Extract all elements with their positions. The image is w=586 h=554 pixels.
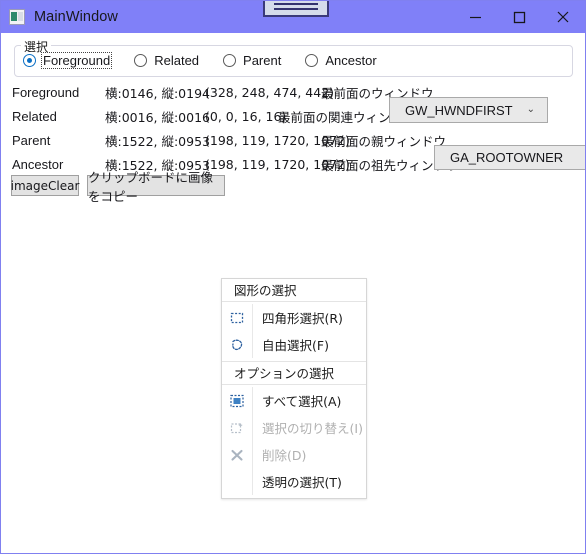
row-label: Foreground — [12, 84, 80, 100]
menu-item-transparent-select[interactable]: 透明の選択(T) — [222, 468, 366, 495]
row-size: 横:0016, 縦:0016 — [105, 109, 210, 125]
row-label: Related — [12, 108, 57, 124]
invert-select-icon — [222, 414, 252, 441]
image-clear-button[interactable]: imageClear — [11, 175, 79, 196]
radio-parent[interactable]: Parent — [223, 53, 283, 68]
menu-item-free-select[interactable]: 自由選択(F) — [222, 331, 366, 358]
selection-radio-group: Foreground Related Parent Ancestor — [23, 52, 401, 69]
radio-dot-icon — [23, 54, 36, 67]
menu-item-label: 透明の選択(T) — [262, 475, 342, 490]
menu-item-delete[interactable]: 削除(D) — [222, 441, 366, 468]
menu-item-label: すべて選択(A) — [262, 394, 342, 409]
drag-handle-widget[interactable] — [263, 1, 329, 17]
context-menu: 図形の選択 四角形選択(R) 自由選択(F) オプションの選択 すべて選択(A)… — [221, 278, 367, 499]
window-controls — [453, 1, 585, 33]
menu-section-shape: 四角形選択(R) 自由選択(F) — [222, 302, 366, 361]
radio-foreground-label: Foreground — [41, 52, 113, 69]
related-combo-value: GW_HWNDFIRST — [405, 102, 513, 118]
radio-related-label: Related — [154, 53, 200, 68]
none-icon — [222, 468, 252, 495]
row-label: Parent — [12, 132, 51, 148]
menu-item-label: 自由選択(F) — [262, 338, 329, 353]
ancestor-combo-value: GA_ROOTOWNER — [450, 150, 564, 165]
radio-ancestor-label: Ancestor — [325, 53, 377, 68]
menu-item-rect-select[interactable]: 四角形選択(R) — [222, 304, 366, 331]
radio-ancestor[interactable]: Ancestor — [305, 53, 378, 68]
menu-header-shape-selection: 図形の選択 — [222, 279, 366, 302]
chevron-down-icon: ⌄ — [526, 103, 535, 115]
menu-item-label: 選択の切り替え(I) — [262, 421, 363, 436]
menu-header-option-selection: オプションの選択 — [222, 362, 366, 385]
maximize-button[interactable] — [497, 1, 541, 33]
row-size: 横:1522, 縦:0953 — [105, 133, 210, 149]
select-all-icon — [222, 387, 252, 414]
main-window: MainWindow 選択 Foreground Related Parent … — [0, 0, 586, 554]
row-size: 横:0146, 縦:0194 — [105, 85, 210, 101]
menu-item-label: 四角形選択(R) — [262, 311, 343, 326]
lasso-select-icon — [222, 331, 252, 358]
radio-parent-label: Parent — [243, 53, 282, 68]
minimize-button[interactable] — [453, 1, 497, 33]
delete-x-icon — [222, 441, 252, 468]
row-desc: 最前面の親ウィンドウ — [321, 133, 447, 149]
menu-item-label: 削除(D) — [262, 448, 307, 463]
radio-dot-icon — [134, 54, 148, 67]
radio-dot-icon — [223, 54, 237, 67]
radio-dot-icon — [305, 54, 319, 67]
radio-foreground[interactable]: Foreground — [23, 52, 113, 69]
menu-section-options: すべて選択(A) 選択の切り替え(I) 削除(D) 透明の選択(T) — [222, 385, 366, 498]
menu-item-select-all[interactable]: すべて選択(A) — [222, 387, 366, 414]
window-title: MainWindow — [34, 9, 118, 25]
row-label: Ancestor — [12, 156, 64, 172]
menu-item-invert-select[interactable]: 選択の切り替え(I) — [222, 414, 366, 441]
radio-related[interactable]: Related — [134, 53, 201, 68]
row-rect: (0, 0, 16, 16) — [205, 108, 287, 124]
related-combo-box[interactable]: GW_HWNDFIRST ⌄ — [389, 97, 548, 123]
copy-to-clipboard-button[interactable]: クリップボードに画像をコピー — [87, 170, 225, 204]
rect-select-icon — [222, 304, 252, 331]
close-button[interactable] — [541, 1, 585, 33]
ancestor-combo-box[interactable]: GA_ROOTOWNER — [434, 145, 585, 170]
window-image-icon — [9, 9, 25, 25]
row-rect: (328, 248, 474, 442) — [205, 84, 335, 100]
